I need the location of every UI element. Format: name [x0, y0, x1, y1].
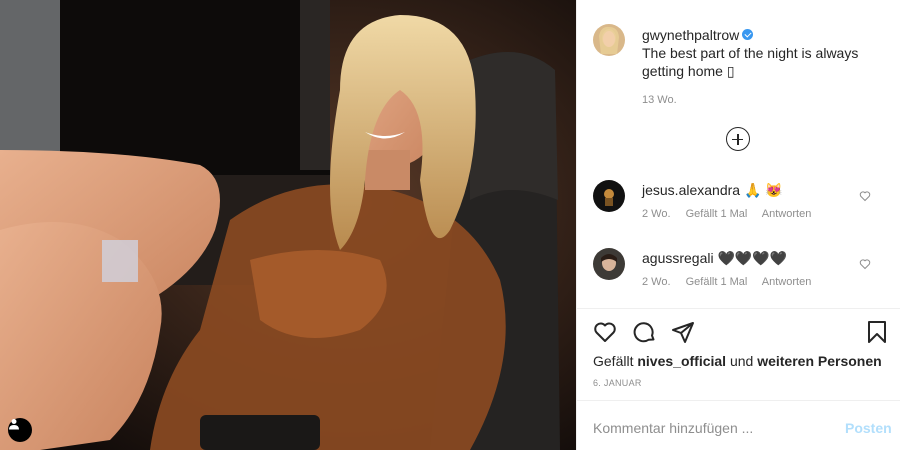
add-comment-input[interactable]: Kommentar hinzufügen ...: [593, 420, 753, 436]
share-paper-plane-icon[interactable]: [671, 320, 695, 344]
post-age[interactable]: 13 Wo.: [642, 91, 882, 109]
comment-body: agussregali 🖤🖤🖤🖤: [642, 250, 787, 267]
likes-prefix: Gefällt: [593, 353, 634, 369]
like-comment-heart-icon[interactable]: [859, 190, 871, 202]
avatar-image: [593, 24, 625, 56]
author-avatar[interactable]: [593, 24, 625, 56]
reply-button[interactable]: Antworten: [762, 276, 812, 288]
comment-username[interactable]: jesus.alexandra: [642, 182, 740, 198]
comment-meta: 2 Wo. Gefällt 1 Mal Antworten: [642, 208, 823, 220]
likes-first-user[interactable]: nives_official: [637, 353, 726, 369]
like-heart-icon[interactable]: [593, 320, 617, 344]
likes-middle: und: [729, 353, 754, 369]
post-date[interactable]: 6. JANUAR: [593, 378, 642, 388]
comment-input-divider: [577, 400, 900, 401]
comment-body: jesus.alexandra 🙏 😻: [642, 182, 783, 199]
comment-age[interactable]: 2 Wo.: [642, 208, 671, 220]
comment-age[interactable]: 2 Wo.: [642, 276, 671, 288]
avatar-image: [593, 180, 625, 212]
likes-others-link[interactable]: weiteren Personen: [757, 353, 882, 369]
likes-summary: Gefällt nives_official und weiteren Pers…: [593, 353, 882, 369]
comment-text: 🙏 😻: [743, 182, 783, 198]
bookmark-icon[interactable]: [865, 320, 889, 344]
comment-bubble-icon[interactable]: [633, 320, 657, 344]
post-photo[interactable]: [0, 0, 576, 450]
comment-username[interactable]: agussregali: [642, 250, 714, 266]
reply-button[interactable]: Antworten: [762, 208, 812, 220]
person-icon: [9, 419, 19, 430]
load-more-comments-button[interactable]: [726, 127, 750, 151]
photo-illustration: [0, 0, 576, 450]
tagged-users-button[interactable]: [8, 418, 32, 442]
commenter-avatar[interactable]: [593, 248, 625, 280]
commenter-avatar[interactable]: [593, 180, 625, 212]
avatar-image: [593, 248, 625, 280]
author-username[interactable]: gwynethpaltrow: [642, 27, 739, 43]
comment-meta: 2 Wo. Gefällt 1 Mal Antworten: [642, 276, 823, 288]
actions-divider: [577, 308, 900, 309]
like-comment-heart-icon[interactable]: [859, 258, 871, 270]
caption-text: The best part of the night is always get…: [642, 45, 859, 79]
comment-likes[interactable]: Gefällt 1 Mal: [686, 276, 748, 288]
post-side-panel: gwynethpaltrow The best part of the nigh…: [576, 0, 900, 450]
post-comment-button[interactable]: Posten: [845, 420, 892, 436]
comment-likes[interactable]: Gefällt 1 Mal: [686, 208, 748, 220]
comment-text: 🖤🖤🖤🖤: [717, 250, 788, 266]
verified-badge-icon: [742, 29, 754, 40]
caption: gwynethpaltrow The best part of the nigh…: [642, 26, 882, 109]
